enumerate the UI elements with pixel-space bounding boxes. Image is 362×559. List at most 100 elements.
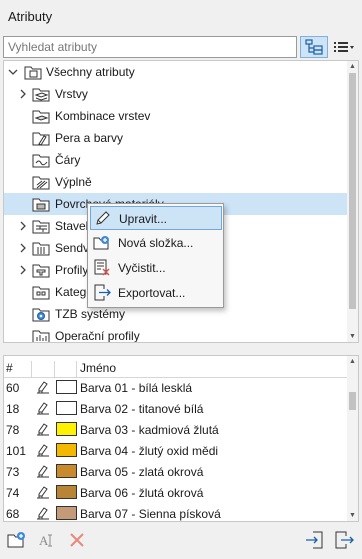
- row-index: 74: [6, 486, 20, 500]
- context-menu-item-export[interactable]: Exportovat...: [90, 281, 222, 305]
- context-menu-item-new-folder[interactable]: Nová složka...: [90, 231, 222, 255]
- color-swatch: [56, 464, 77, 478]
- list-view-button[interactable]: [330, 36, 358, 58]
- list-view-icon: [334, 42, 354, 52]
- row-index: 73: [6, 465, 20, 479]
- row-name: Barva 07 - Sienna písková: [80, 507, 221, 521]
- export-button[interactable]: [333, 529, 355, 551]
- tree-item-label: Sendv: [55, 241, 90, 255]
- brush-icon: [35, 421, 53, 438]
- tree-root-all-attributes[interactable]: Všechny atributy: [4, 61, 348, 83]
- tree-item-label: TZB systémy: [55, 307, 126, 321]
- table-row[interactable]: 60 Barva 01 - bílá lesklá: [4, 377, 348, 398]
- tree-item-label: Čáry: [55, 153, 81, 167]
- table-row[interactable]: 78 Barva 03 - kadmiová žlutá: [4, 419, 348, 440]
- row-index: 78: [6, 423, 20, 437]
- row-index: 101: [6, 444, 27, 458]
- tree-item-layers[interactable]: Vrstvy: [4, 83, 348, 105]
- tree-scrollbar-thumb[interactable]: [349, 73, 356, 309]
- tree-item-label: Profily: [55, 263, 89, 277]
- panel-titlebar: Atributy: [0, 0, 362, 32]
- import-button[interactable]: [304, 529, 326, 551]
- color-swatch: [56, 422, 77, 436]
- row-name: Barva 02 - titanové bílá: [80, 402, 204, 416]
- brush-icon: [35, 463, 53, 480]
- tree-view-button[interactable]: [300, 36, 328, 58]
- scroll-down-icon[interactable]: ▼: [347, 331, 358, 342]
- rename-icon: A: [39, 533, 52, 548]
- scroll-up-icon[interactable]: ▲: [347, 61, 358, 72]
- export-icon: [93, 284, 111, 301]
- chevron-down-icon[interactable]: [8, 67, 18, 77]
- tree-item-label: Operační profily: [55, 329, 140, 343]
- layer-combination-icon: [32, 108, 50, 124]
- delete-button[interactable]: [66, 529, 88, 551]
- tree-item-fills[interactable]: Výplně: [4, 171, 348, 193]
- tree-item-label: Kombinace vrstev: [55, 109, 151, 123]
- column-header-name[interactable]: Jméno: [80, 361, 116, 375]
- column-separator: [54, 361, 55, 377]
- search-box[interactable]: [3, 36, 297, 58]
- tree-item-line-types[interactable]: Čáry: [4, 149, 348, 171]
- color-swatch: [56, 443, 77, 457]
- search-input[interactable]: [4, 37, 296, 57]
- tree-root-label: Všechny atributy: [46, 65, 135, 79]
- building-materials-icon: [32, 218, 50, 234]
- table-row[interactable]: 101 Barva 04 - žlutý oxid mědi: [4, 440, 348, 461]
- list-scrollbar-thumb[interactable]: [349, 392, 356, 410]
- brush-icon: [35, 505, 53, 521]
- composites-icon: [32, 240, 50, 256]
- context-menu: Upravit... Nová složka... Vyčistit... Ex…: [87, 203, 224, 308]
- brush-icon: [35, 442, 53, 459]
- row-name: Barva 03 - kadmiová žlutá: [80, 423, 219, 437]
- operation-profiles-icon: [32, 328, 50, 342]
- new-folder-icon: [7, 532, 25, 548]
- context-menu-label: Exportovat...: [118, 286, 186, 300]
- chevron-right-icon[interactable]: [18, 243, 28, 253]
- column-header-index[interactable]: #: [6, 361, 13, 375]
- new-folder-icon: [93, 234, 111, 251]
- table-row[interactable]: 73 Barva 05 - zlatá okrová: [4, 461, 348, 482]
- column-separator: [76, 361, 77, 377]
- tree-item-operation-profiles[interactable]: Operační profily: [4, 325, 348, 343]
- chevron-right-icon[interactable]: [18, 265, 28, 275]
- context-menu-item-purge[interactable]: Vyčistit...: [90, 256, 222, 280]
- scroll-up-icon[interactable]: ▲: [347, 356, 358, 367]
- bottom-toolbar: A: [0, 522, 362, 559]
- row-name: Barva 06 - žlutá okrová: [80, 486, 204, 500]
- purge-icon: [93, 259, 111, 276]
- list-scrollbar[interactable]: ▲ ▼: [347, 356, 358, 521]
- context-menu-item-edit[interactable]: Upravit...: [90, 206, 222, 230]
- profiles-icon: [32, 262, 50, 278]
- list-header: # Jméno: [4, 356, 348, 378]
- layers-folder-icon: [32, 86, 50, 102]
- table-row[interactable]: 74 Barva 06 - žlutá okrová: [4, 482, 348, 503]
- row-name: Barva 01 - bílá lesklá: [80, 381, 193, 395]
- svg-text:A: A: [39, 533, 49, 548]
- color-swatch: [56, 380, 77, 394]
- new-folder-button[interactable]: [6, 529, 28, 551]
- tree-item-pens-colors[interactable]: Pera a barvy: [4, 127, 348, 149]
- rename-button[interactable]: A: [36, 529, 58, 551]
- tree-item-label: Pera a barvy: [55, 131, 124, 145]
- scroll-down-icon[interactable]: ▼: [347, 510, 358, 521]
- context-menu-label: Nová složka...: [118, 236, 194, 250]
- panel-splitter[interactable]: [0, 343, 362, 355]
- mep-systems-icon: [32, 306, 50, 322]
- color-swatch: [56, 506, 77, 520]
- row-index: 60: [6, 381, 20, 395]
- chevron-right-icon[interactable]: [18, 89, 28, 99]
- search-row: [0, 32, 362, 60]
- table-row[interactable]: 18 Barva 02 - titanové bílá: [4, 398, 348, 419]
- brush-icon: [35, 400, 53, 417]
- categories-icon: [32, 284, 50, 300]
- attribute-list[interactable]: # Jméno 60 Barva 01 - bílá lesklá 18 Bar…: [3, 355, 359, 522]
- table-row[interactable]: 68 Barva 07 - Sienna písková: [4, 503, 348, 521]
- brush-icon: [35, 379, 53, 396]
- color-swatch: [56, 485, 77, 499]
- chevron-right-icon[interactable]: [18, 221, 28, 231]
- row-index: 68: [6, 507, 20, 521]
- tree-scrollbar[interactable]: ▲ ▼: [347, 61, 358, 342]
- tree-item-layer-combinations[interactable]: Kombinace vrstev: [4, 105, 348, 127]
- line-types-icon: [32, 152, 50, 168]
